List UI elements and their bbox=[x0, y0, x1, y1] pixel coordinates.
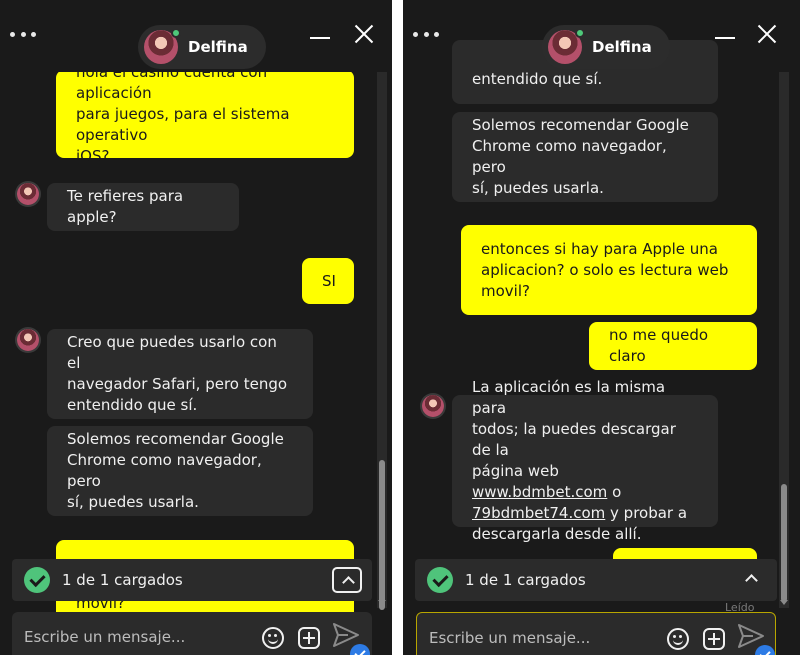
more-icon bbox=[10, 31, 15, 37]
agent-pill: Delfina bbox=[138, 25, 266, 69]
chat-header: Delfina bbox=[0, 0, 392, 72]
check-icon bbox=[427, 567, 453, 593]
scroll-down-arrow[interactable] bbox=[780, 600, 788, 605]
scroll-down-arrow[interactable] bbox=[378, 600, 386, 605]
message-input-bar bbox=[416, 612, 776, 655]
agent-avatar bbox=[548, 28, 585, 64]
agent-message: La aplicación es la misma para todos; la… bbox=[452, 378, 718, 543]
scrollbar[interactable] bbox=[377, 70, 387, 610]
minimize-button[interactable] bbox=[715, 37, 735, 39]
user-message: hola el casino cuenta con aplicación par… bbox=[56, 63, 354, 165]
agent-name: Delfina bbox=[188, 38, 248, 56]
delivered-badge bbox=[350, 644, 370, 655]
loaded-status-bar: 1 de 1 cargados bbox=[12, 559, 372, 601]
loaded-status-text: 1 de 1 cargados bbox=[465, 571, 586, 589]
agent-message: Creo que puedes usarlo con el navegador … bbox=[47, 329, 313, 419]
chat-panel-left: Delfina hola el casino cuenta con aplica… bbox=[0, 0, 392, 655]
loaded-status-text: 1 de 1 cargados bbox=[62, 571, 183, 589]
agent-avatar-small bbox=[17, 183, 39, 205]
message-input-bar bbox=[12, 612, 372, 655]
user-message: no me quedo claro bbox=[589, 322, 757, 370]
agent-pill: Delfina bbox=[542, 25, 670, 69]
more-options-button[interactable] bbox=[10, 22, 36, 46]
link-79bdmbet74[interactable]: 79bdmbet74.com bbox=[472, 504, 605, 522]
send-button[interactable] bbox=[737, 623, 775, 655]
message-text: entonces si hay para Apple una aplicacio… bbox=[481, 239, 729, 300]
online-status-icon bbox=[575, 28, 585, 38]
agent-avatar-small bbox=[17, 329, 39, 351]
agent-avatar bbox=[144, 28, 181, 64]
message-input[interactable] bbox=[24, 622, 244, 652]
chat-panel-right: entendido que sí. Delfina Solemos recome… bbox=[403, 0, 800, 655]
more-options-button[interactable] bbox=[413, 22, 439, 46]
chevron-up-icon[interactable] bbox=[332, 567, 362, 593]
message-text: Solemos recomendar Google Chrome como na… bbox=[67, 430, 284, 511]
message-text: Solemos recomendar Google Chrome como na… bbox=[472, 116, 689, 197]
link-bdmbet[interactable]: www.bdmbet.com bbox=[472, 483, 607, 501]
online-status-icon bbox=[171, 28, 181, 38]
message-text: SI bbox=[322, 271, 336, 290]
message-text: Creo que puedes usarlo con el navegador … bbox=[67, 333, 288, 414]
agent-avatar-small bbox=[422, 395, 444, 417]
user-message: entonces si hay para Apple una aplicacio… bbox=[461, 225, 757, 315]
user-message: SI bbox=[302, 258, 354, 304]
close-button[interactable] bbox=[354, 24, 374, 44]
message-text: entendido que sí. bbox=[472, 70, 603, 88]
close-button[interactable] bbox=[757, 24, 777, 44]
emoji-icon[interactable] bbox=[262, 627, 284, 649]
message-input[interactable] bbox=[429, 623, 649, 653]
send-button[interactable] bbox=[332, 622, 370, 655]
scrollbar-thumb[interactable] bbox=[781, 484, 787, 602]
message-text: Te refieres para apple? bbox=[67, 187, 184, 226]
chevron-up-icon[interactable] bbox=[737, 567, 767, 593]
delivered-badge bbox=[755, 645, 775, 655]
chat-header: Delfina bbox=[403, 0, 800, 69]
message-text: La aplicación es la misma para todos; la… bbox=[472, 378, 688, 543]
attach-icon[interactable] bbox=[703, 628, 725, 650]
agent-message: Solemos recomendar Google Chrome como na… bbox=[452, 112, 718, 202]
emoji-icon[interactable] bbox=[667, 628, 689, 650]
more-icon bbox=[413, 31, 418, 37]
attach-icon[interactable] bbox=[298, 627, 320, 649]
message-text: hola el casino cuenta con aplicación par… bbox=[76, 63, 290, 165]
minimize-button[interactable] bbox=[310, 37, 330, 39]
agent-message: Te refieres para apple? bbox=[47, 183, 239, 231]
agent-name: Delfina bbox=[592, 38, 652, 56]
scrollbar-thumb[interactable] bbox=[379, 460, 385, 610]
scrollbar[interactable] bbox=[779, 72, 789, 608]
message-text: no me quedo claro bbox=[609, 326, 709, 365]
loaded-status-bar: 1 de 1 cargados bbox=[415, 559, 777, 601]
agent-message: Solemos recomendar Google Chrome como na… bbox=[47, 426, 313, 516]
check-icon bbox=[24, 567, 50, 593]
